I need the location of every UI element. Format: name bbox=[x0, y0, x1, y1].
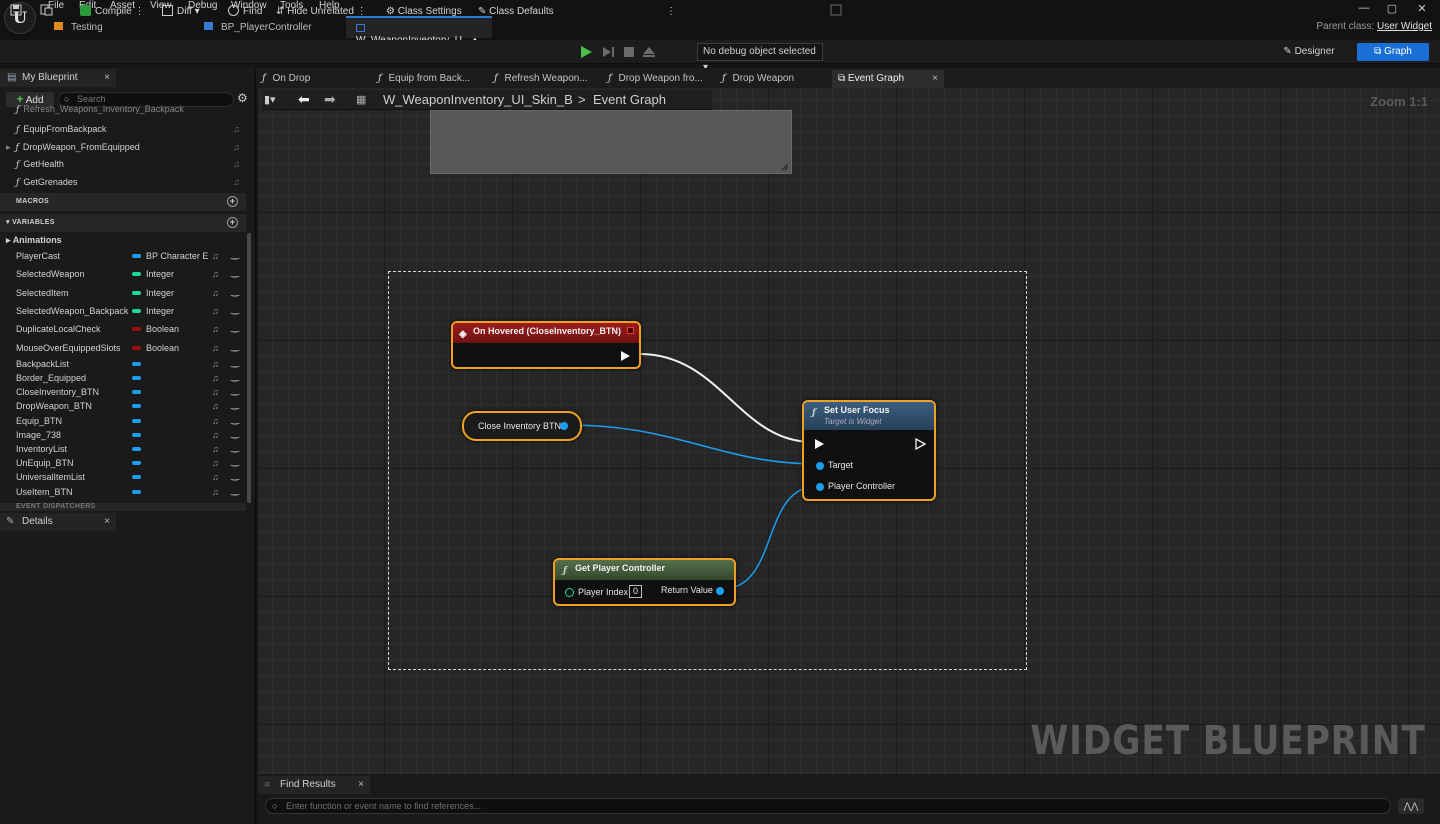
target-wire bbox=[567, 424, 819, 465]
variable-name: Close Inventory BTN bbox=[478, 421, 562, 431]
find-in-all-icon[interactable]: ⋀⋀ bbox=[1398, 798, 1424, 814]
search-icon: ○ bbox=[272, 801, 278, 811]
set-user-focus-header: ƒ Set User Focus Target is Widget bbox=[804, 402, 934, 430]
find-results-input[interactable]: ○ Enter function or event name to find re… bbox=[265, 798, 1391, 814]
exec-out-pin[interactable] bbox=[621, 351, 630, 361]
set-user-focus-node[interactable]: ƒ Set User Focus Target is Widget Target… bbox=[802, 400, 936, 501]
event-diamond-icon: ◈ bbox=[459, 329, 467, 340]
function-icon: ƒ bbox=[563, 566, 567, 576]
player-index-pin[interactable] bbox=[565, 588, 574, 597]
target-pin[interactable] bbox=[816, 462, 824, 470]
delegate-pin-icon[interactable] bbox=[627, 327, 634, 334]
function-icon: ƒ bbox=[812, 408, 816, 418]
target-label: Target bbox=[828, 460, 854, 470]
on-hovered-header: ◈ On Hovered (CloseInventory_BTN) bbox=[453, 323, 639, 343]
exec-wire bbox=[639, 353, 813, 443]
return-value-pin[interactable] bbox=[716, 587, 724, 595]
on-hovered-event-node[interactable]: ◈ On Hovered (CloseInventory_BTN) bbox=[451, 321, 641, 369]
wire-layer bbox=[567, 353, 819, 590]
node-subtitle: Target is Widget bbox=[824, 417, 882, 426]
player-index-input[interactable]: 0 bbox=[629, 585, 642, 598]
close-inventory-btn-node[interactable]: Close Inventory BTN bbox=[462, 411, 582, 441]
player-controller-wire bbox=[721, 485, 819, 590]
variable-out-pin[interactable] bbox=[560, 422, 568, 430]
close-icon[interactable]: × bbox=[358, 776, 364, 794]
player-controller-pin[interactable] bbox=[816, 483, 824, 491]
return-value-label: Return Value bbox=[661, 585, 713, 595]
get-player-controller-header: ƒ Get Player Controller bbox=[555, 560, 734, 580]
exec-out-pin[interactable] bbox=[915, 438, 926, 450]
player-index-label: Player Index bbox=[578, 587, 629, 597]
exec-in-pin[interactable] bbox=[815, 439, 824, 449]
player-controller-label: Player Controller bbox=[828, 481, 896, 491]
search-icon: ○ bbox=[264, 779, 271, 790]
find-results-tab[interactable]: ○ Find Results × bbox=[258, 776, 370, 794]
get-player-controller-node[interactable]: ƒ Get Player Controller Player Index 0 R… bbox=[553, 558, 736, 606]
